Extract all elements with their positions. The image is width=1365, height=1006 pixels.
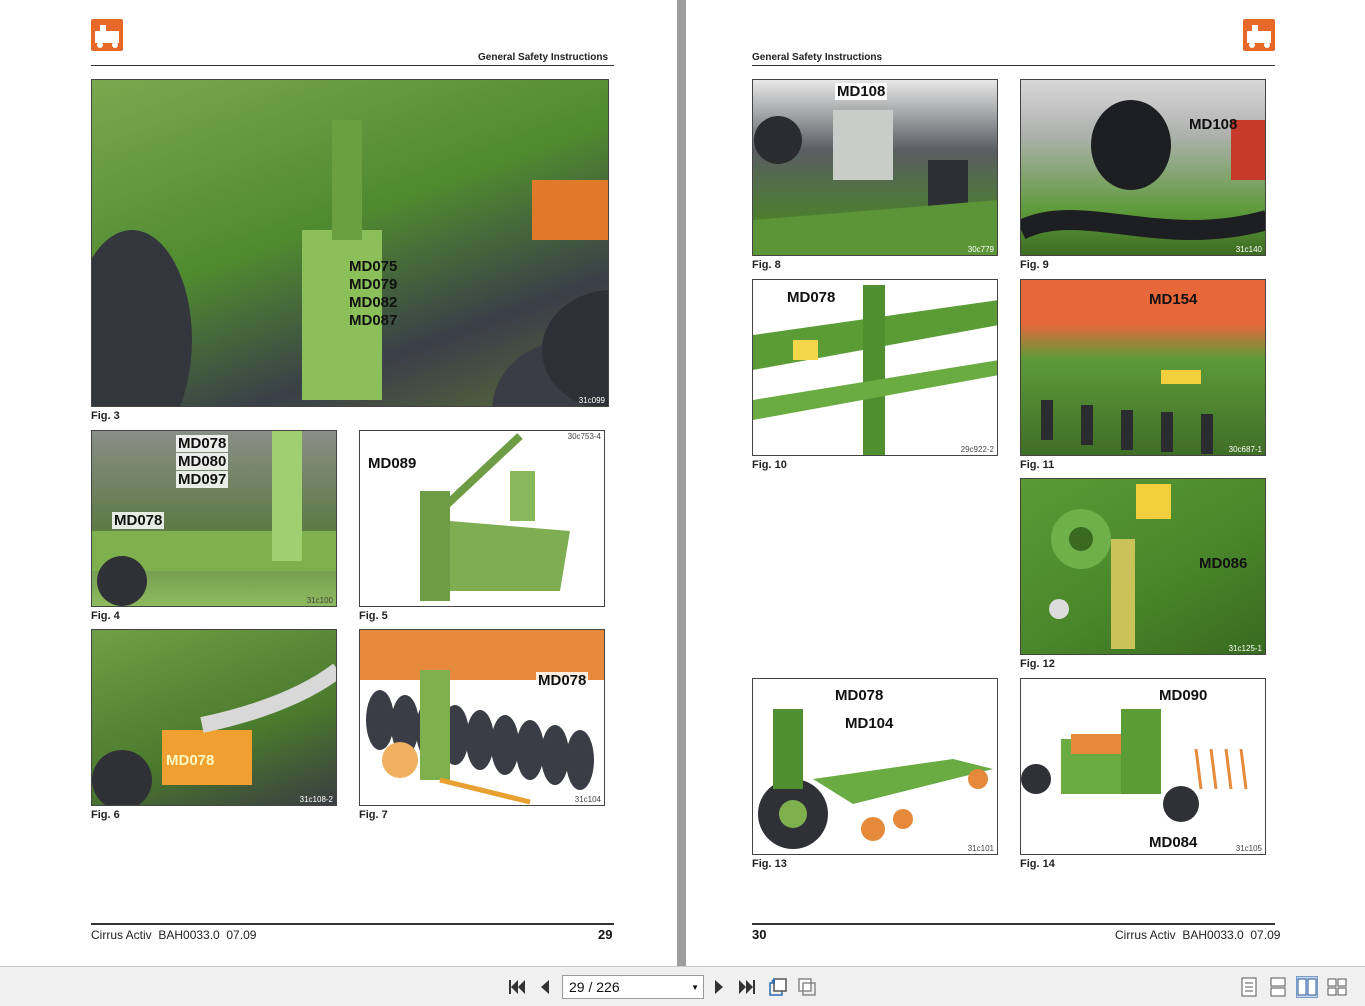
fig9-label-1: MD108 xyxy=(1189,116,1238,133)
figure-7: MD078 31c104 xyxy=(359,629,605,806)
two-page-icon[interactable] xyxy=(1296,976,1318,998)
previous-page-icon[interactable] xyxy=(534,976,556,998)
figure-4: MD078 MD080 MD097 MD078 31c100 xyxy=(91,430,337,607)
fig6-label-1: MD078 xyxy=(166,752,215,769)
fig14-caption: Fig. 14 xyxy=(1020,858,1055,870)
fig4-label-2: MD080 xyxy=(176,453,229,470)
amazone-logo xyxy=(1243,19,1275,51)
navigation-toolbar: 29 / 226 ▼ xyxy=(0,966,1365,1006)
fig9-caption: Fig. 9 xyxy=(1020,259,1049,271)
fig3-label-1: MD075 xyxy=(349,258,398,275)
fig3-label-4: MD087 xyxy=(349,312,398,329)
fig3-label-3: MD082 xyxy=(349,294,398,311)
fig4-label-1: MD078 xyxy=(176,435,229,452)
fig10-label-1: MD078 xyxy=(787,289,836,306)
page-number: 29 xyxy=(598,927,613,942)
fig13-caption: Fig. 13 xyxy=(752,858,787,870)
figure-14: MD090 MD084 31c105 xyxy=(1020,678,1266,855)
section-title: General Safety Instructions xyxy=(752,52,883,63)
figure-3: MD075 MD079 MD082 MD087 31c099 xyxy=(91,79,609,407)
fig10-code: 29c922-2 xyxy=(960,445,994,454)
fig8-caption: Fig. 8 xyxy=(752,259,781,271)
fig10-caption: Fig. 10 xyxy=(752,459,787,471)
page-30: General Safety Instructions MD108 30c779… xyxy=(686,0,1365,966)
section-title: General Safety Instructions xyxy=(478,52,609,63)
header-rule xyxy=(91,65,614,66)
fig3-code: 31c099 xyxy=(578,396,605,405)
figure-12: MD086 31c125-1 xyxy=(1020,478,1266,655)
total-pages: 226 xyxy=(596,979,620,995)
footer-rule xyxy=(752,923,1275,925)
last-page-icon[interactable] xyxy=(736,976,758,998)
page-separator: / xyxy=(588,979,593,995)
header-rule xyxy=(752,65,1275,66)
fig14-code: 31c105 xyxy=(1235,844,1262,853)
fig8-code: 30c779 xyxy=(967,245,994,254)
fig12-label-1: MD086 xyxy=(1199,555,1248,572)
figure-6: MD078 31c108-2 xyxy=(91,629,337,806)
fig12-code: 31c125-1 xyxy=(1228,644,1262,653)
fig3-caption: Fig. 3 xyxy=(91,410,120,422)
rotate-icon[interactable] xyxy=(767,976,789,998)
fig6-caption: Fig. 6 xyxy=(91,809,120,821)
next-page-icon[interactable] xyxy=(708,976,730,998)
page-gutter xyxy=(677,0,686,966)
fig5-label-1: MD089 xyxy=(368,455,417,472)
footer-doc-id: Cirrus Activ BAH0033.0 07.09 xyxy=(1115,928,1281,942)
amazone-logo xyxy=(91,19,123,51)
figure-10: MD078 29c922-2 xyxy=(752,279,998,456)
fig4-code: 31c100 xyxy=(306,596,333,605)
fig13-label-2: MD104 xyxy=(845,715,894,732)
fig14-label-2: MD084 xyxy=(1149,834,1198,851)
figure-13: MD078 MD104 31c101 xyxy=(752,678,998,855)
fig13-label-1: MD078 xyxy=(835,687,884,704)
single-page-icon[interactable] xyxy=(1238,976,1260,998)
first-page-icon[interactable] xyxy=(506,976,528,998)
fig9-code: 31c140 xyxy=(1235,245,1262,254)
fig6-code: 31c108-2 xyxy=(299,795,333,804)
fig12-caption: Fig. 12 xyxy=(1020,658,1055,670)
page-number-input[interactable]: 29 / 226 ▼ xyxy=(562,975,704,999)
outline-icon[interactable] xyxy=(1326,976,1348,998)
fig11-code: 30c687-1 xyxy=(1228,445,1262,454)
page-29: General Safety Instructions MD075 MD079 … xyxy=(0,0,677,966)
current-page: 29 xyxy=(569,979,585,995)
fig7-code: 31c104 xyxy=(574,795,601,804)
fig4-label-3: MD097 xyxy=(176,471,229,488)
figure-8: MD108 30c779 xyxy=(752,79,998,256)
fig3-label-2: MD079 xyxy=(349,276,398,293)
fig14-label-1: MD090 xyxy=(1159,687,1208,704)
fig13-code: 31c101 xyxy=(967,844,994,853)
footer-doc-id: Cirrus Activ BAH0033.0 07.09 xyxy=(91,928,257,942)
fig4-label-4: MD078 xyxy=(112,512,165,529)
page-number: 30 xyxy=(752,927,767,942)
fig7-caption: Fig. 7 xyxy=(359,809,388,821)
fig11-caption: Fig. 11 xyxy=(1020,459,1055,471)
fit-icon[interactable] xyxy=(796,976,818,998)
fig5-caption: Fig. 5 xyxy=(359,610,388,622)
fig11-label-1: MD154 xyxy=(1149,291,1198,308)
fig5-code: 30c753-4 xyxy=(567,432,601,441)
fig8-label-1: MD108 xyxy=(835,83,888,100)
fig4-caption: Fig. 4 xyxy=(91,610,120,622)
document-viewer: General Safety Instructions MD075 MD079 … xyxy=(0,0,1365,966)
figure-9: MD108 31c140 xyxy=(1020,79,1266,256)
continuous-icon[interactable] xyxy=(1267,976,1289,998)
footer-rule xyxy=(91,923,614,925)
chevron-down-icon[interactable]: ▼ xyxy=(691,983,699,992)
figure-11: MD154 30c687-1 xyxy=(1020,279,1266,456)
figure-5: 30c753-4 MD089 xyxy=(359,430,605,607)
fig7-label-1: MD078 xyxy=(536,672,589,689)
